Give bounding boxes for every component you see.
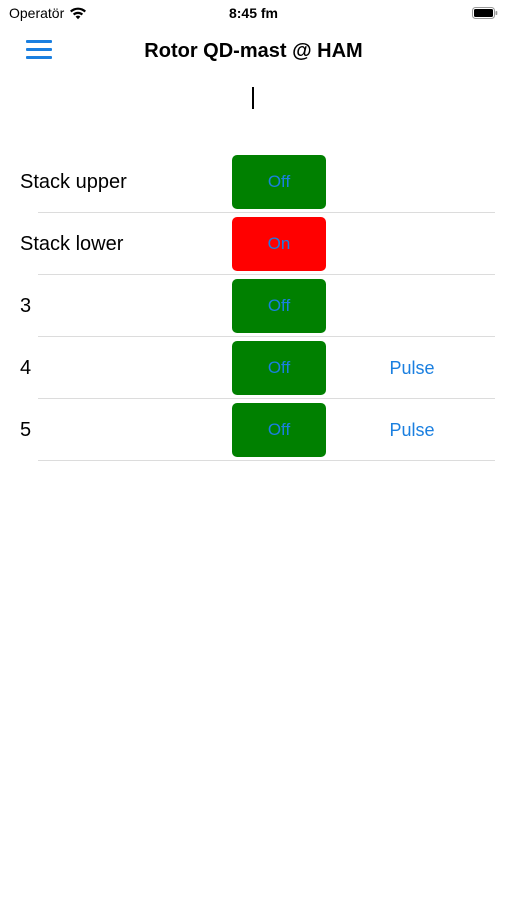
battery-icon (472, 7, 498, 19)
relay-label: 5 (20, 419, 32, 441)
row-divider (38, 460, 495, 461)
pulse-button[interactable]: Pulse (380, 337, 444, 399)
text-cursor (252, 87, 254, 109)
relay-label: Stack lower (20, 233, 124, 255)
relay-label: 3 (20, 295, 32, 317)
pulse-button[interactable]: Pulse (380, 399, 444, 461)
relay-row: 5 Off Pulse (0, 399, 507, 461)
relay-toggle-button[interactable]: Off (232, 341, 326, 395)
status-time: 8:45 fm (228, 5, 279, 21)
status-bar: Operatör 8:45 fm (0, 0, 507, 28)
relay-toggle-button[interactable]: Off (232, 279, 326, 333)
relay-row: Stack upper Off (0, 151, 507, 213)
relay-list: Stack upper Off Stack lower On 3 Off 4 Off Pulse… (0, 151, 507, 461)
relay-row: 3 Off (0, 275, 507, 337)
relay-row: Stack lower On (0, 213, 507, 275)
navigation-bar: Rotor QD-mast @ HAM (0, 28, 507, 76)
relay-toggle-button[interactable]: On (232, 217, 326, 271)
relay-toggle-button[interactable]: Off (232, 403, 326, 457)
page-title: Rotor QD-mast @ HAM (144, 40, 363, 62)
relay-toggle-button[interactable]: Off (232, 155, 326, 209)
relay-row: 4 Off Pulse (0, 337, 507, 399)
relay-label: Stack upper (20, 171, 127, 193)
relay-label: 4 (20, 357, 32, 379)
